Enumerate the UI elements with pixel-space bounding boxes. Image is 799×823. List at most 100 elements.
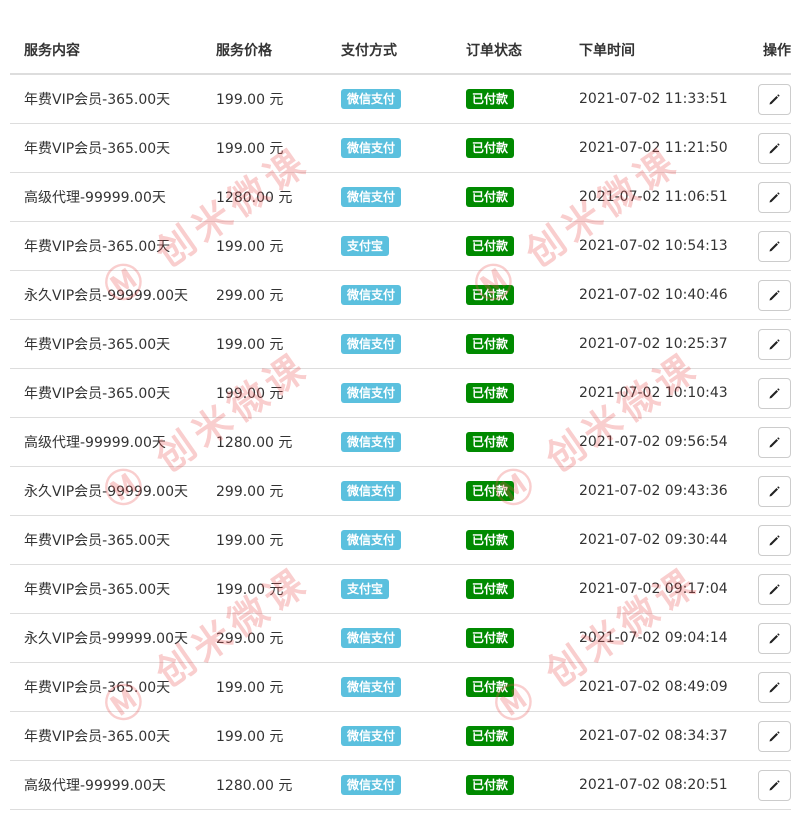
table-row: 永久VIP会员-99999.00天 299.00 元微信支付 已付款 2021-07-…	[10, 270, 791, 320]
status-cell: 已付款	[466, 515, 579, 565]
time-cell: 2021-07-02 09:04:14	[579, 613, 749, 663]
actions-cell	[749, 172, 791, 222]
table-row: 高级代理-99999.00天 1280.00 元微信支付 已付款 2021-07-02…	[10, 417, 791, 467]
price-cell: 199.00 元	[216, 711, 341, 761]
status-cell: 已付款	[466, 221, 579, 271]
status-cell: 已付款	[466, 760, 579, 810]
edit-button[interactable]	[758, 377, 791, 409]
payment-cell: 微信支付	[341, 123, 466, 173]
payment-cell: 微信支付	[341, 368, 466, 418]
payment-cell: 微信支付	[341, 613, 466, 663]
payment-cell: 微信支付	[341, 172, 466, 222]
payment-cell: 微信支付	[341, 466, 466, 516]
time-cell: 2021-07-02 10:54:13	[579, 221, 749, 271]
edit-button[interactable]	[758, 573, 791, 605]
edit-button[interactable]	[758, 328, 791, 360]
status-badge: 已付款	[466, 334, 515, 354]
payment-badge: 微信支付	[341, 432, 402, 452]
status-cell: 已付款	[466, 662, 579, 712]
payment-badge: 微信支付	[341, 138, 402, 158]
time-cell: 2021-07-02 09:17:04	[579, 564, 749, 614]
time-cell: 2021-07-02 11:33:51	[579, 74, 749, 124]
edit-button[interactable]	[758, 720, 791, 752]
status-badge: 已付款	[466, 285, 515, 305]
edit-button[interactable]	[758, 622, 791, 654]
edit-button[interactable]	[758, 279, 791, 311]
pencil-icon	[769, 583, 780, 594]
table-row: 年费VIP会员-365.00天 199.00 元支付宝 已付款 2021-07-02 …	[10, 564, 791, 614]
edit-button[interactable]	[758, 671, 791, 703]
status-cell: 已付款	[466, 564, 579, 614]
time-cell: 2021-07-02 09:56:54	[579, 417, 749, 467]
payment-badge: 微信支付	[341, 285, 402, 305]
time-cell: 2021-07-02 08:49:09	[579, 662, 749, 712]
status-badge: 已付款	[466, 89, 515, 109]
price-cell: 199.00 元	[216, 515, 341, 565]
table-row: 年费VIP会员-365.00天 199.00 元微信支付 已付款 2021-07-02…	[10, 319, 791, 369]
service-cell: 年费VIP会员-365.00天	[10, 368, 216, 418]
actions-cell	[749, 515, 791, 565]
time-cell: 2021-07-02 09:43:36	[579, 466, 749, 516]
actions-cell	[749, 221, 791, 271]
payment-badge: 微信支付	[341, 775, 402, 795]
actions-cell	[749, 319, 791, 369]
actions-cell	[749, 613, 791, 663]
time-cell: 2021-07-02 10:25:37	[579, 319, 749, 369]
status-badge: 已付款	[466, 677, 515, 697]
edit-button[interactable]	[758, 83, 791, 115]
pencil-icon	[769, 779, 780, 790]
time-cell: 2021-07-02 10:10:43	[579, 368, 749, 418]
payment-badge: 微信支付	[341, 187, 402, 207]
status-cell: 已付款	[466, 319, 579, 369]
payment-badge: 支付宝	[341, 236, 390, 256]
service-cell: 高级代理-99999.00天	[10, 417, 216, 467]
header-actions: 操作	[749, 27, 791, 75]
price-cell: 199.00 元	[216, 221, 341, 271]
pencil-icon	[769, 338, 780, 349]
pencil-icon	[769, 436, 780, 447]
payment-badge: 微信支付	[341, 481, 402, 501]
pencil-icon	[769, 93, 780, 104]
status-badge: 已付款	[466, 481, 515, 501]
status-cell: 已付款	[466, 417, 579, 467]
price-cell: 199.00 元	[216, 662, 341, 712]
payment-badge: 支付宝	[341, 579, 390, 599]
status-cell: 已付款	[466, 123, 579, 173]
price-cell: 199.00 元	[216, 564, 341, 614]
edit-button[interactable]	[758, 475, 791, 507]
pencil-icon	[769, 730, 780, 741]
edit-button[interactable]	[758, 524, 791, 556]
time-cell: 2021-07-02 11:06:51	[579, 172, 749, 222]
actions-cell	[749, 368, 791, 418]
price-cell: 199.00 元	[216, 123, 341, 173]
edit-button[interactable]	[758, 426, 791, 458]
edit-button[interactable]	[758, 230, 791, 262]
status-badge: 已付款	[466, 579, 515, 599]
header-payment: 支付方式	[341, 27, 466, 75]
orders-table: 服务内容 服务价格 支付方式 订单状态 下单时间 操作 年费VIP会员-365.…	[10, 27, 791, 810]
table-row: 永久VIP会员-99999.00天 299.00 元微信支付 已付款 2021-07-…	[10, 466, 791, 516]
price-cell: 199.00 元	[216, 74, 341, 124]
payment-cell: 支付宝	[341, 221, 466, 271]
status-badge: 已付款	[466, 628, 515, 648]
payment-cell: 微信支付	[341, 417, 466, 467]
time-cell: 2021-07-02 11:21:50	[579, 123, 749, 173]
table-row: 年费VIP会员-365.00天 199.00 元微信支付 已付款 2021-07-02…	[10, 711, 791, 761]
edit-button[interactable]	[758, 769, 791, 801]
payment-cell: 微信支付	[341, 662, 466, 712]
edit-button[interactable]	[758, 181, 791, 213]
service-cell: 年费VIP会员-365.00天	[10, 515, 216, 565]
header-time: 下单时间	[579, 27, 749, 75]
pencil-icon	[769, 681, 780, 692]
payment-badge: 微信支付	[341, 628, 402, 648]
edit-button[interactable]	[758, 132, 791, 164]
payment-badge: 微信支付	[341, 334, 402, 354]
price-cell: 299.00 元	[216, 613, 341, 663]
payment-cell: 支付宝	[341, 564, 466, 614]
payment-badge: 微信支付	[341, 383, 402, 403]
payment-cell: 微信支付	[341, 760, 466, 810]
price-cell: 199.00 元	[216, 368, 341, 418]
actions-cell	[749, 74, 791, 124]
payment-badge: 微信支付	[341, 726, 402, 746]
pencil-icon	[769, 240, 780, 251]
